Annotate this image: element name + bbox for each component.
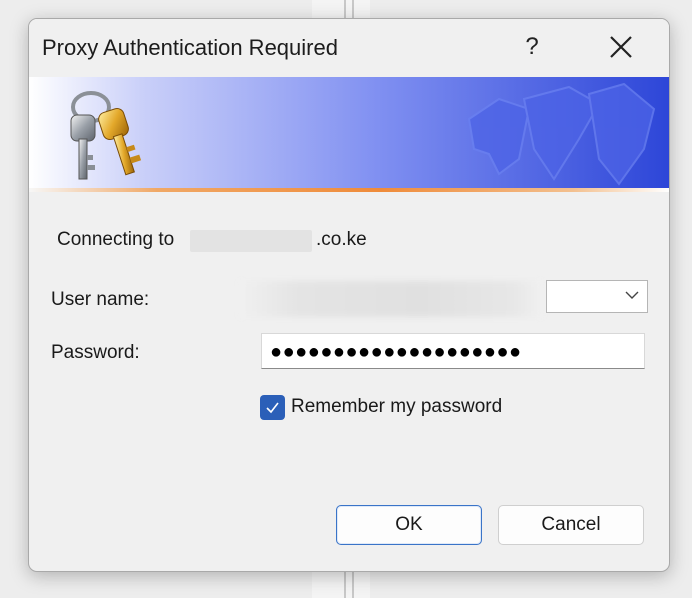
dialog-title: Proxy Authentication Required (42, 35, 338, 60)
checkmark-icon (266, 402, 279, 414)
ok-button[interactable]: OK (336, 505, 482, 545)
remember-label: Remember my password (291, 396, 503, 417)
help-button[interactable]: ? (513, 27, 551, 67)
close-icon (610, 36, 632, 58)
connecting-domain: .co.ke (316, 229, 367, 250)
cancel-button[interactable]: Cancel (498, 505, 644, 545)
username-redacted-area (239, 281, 543, 317)
ghost-keys-graphic (467, 82, 656, 186)
redacted-host (190, 230, 312, 252)
connecting-label: Connecting to (57, 229, 175, 250)
banner (29, 77, 669, 191)
close-button[interactable] (599, 27, 643, 67)
remember-checkbox[interactable] (260, 395, 285, 420)
password-label: Password: (51, 342, 140, 363)
chevron-down-icon[interactable] (625, 291, 639, 300)
username-label: User name: (51, 289, 150, 310)
username-combobox[interactable] (546, 280, 648, 313)
banner-divider (29, 188, 669, 192)
proxy-auth-dialog: Proxy Authentication Required ? Connecti… (28, 18, 670, 572)
password-field[interactable]: ●●●●●●●●●●●●●●●●●●●● (261, 333, 645, 369)
keys-icon (70, 91, 142, 180)
title-bar[interactable]: Proxy Authentication Required ? (29, 19, 669, 77)
